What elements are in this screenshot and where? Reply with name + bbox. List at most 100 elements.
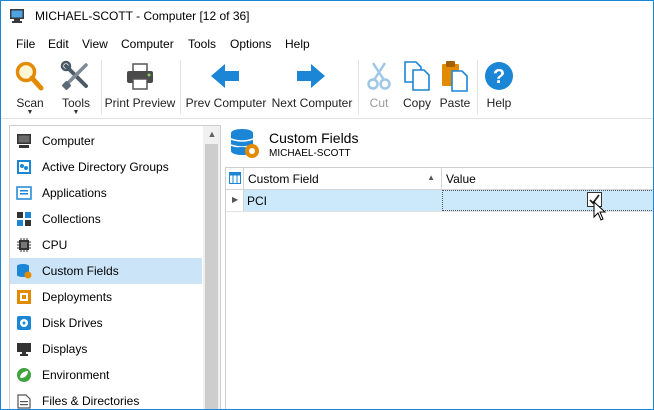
deployments-icon — [17, 290, 31, 304]
menu-computer[interactable]: Computer — [121, 37, 174, 51]
tree-item-label: Files & Directories — [42, 394, 140, 408]
tree-item-label: Active Directory Groups — [42, 160, 169, 174]
arrow-right-icon — [297, 64, 325, 88]
toolbar-separator — [358, 60, 359, 114]
cut-button[interactable]: Cut — [363, 56, 395, 118]
cpu-icon — [17, 238, 31, 252]
cut-label: Cut — [369, 96, 389, 110]
column-header-label: Value — [446, 172, 476, 186]
printer-icon — [127, 63, 153, 90]
tools-button[interactable]: Tools ▼ — [55, 56, 97, 118]
next-computer-button[interactable]: Next Computer — [270, 56, 354, 118]
panel-subtitle: MICHAEL-SCOTT — [269, 148, 351, 159]
paste-icon — [442, 61, 468, 92]
tools-label: Tools — [61, 96, 90, 110]
wrench-screwdriver-icon — [60, 60, 88, 91]
sort-ascending-icon: ▲ — [427, 173, 435, 182]
environment-icon — [17, 368, 31, 382]
tree-item-label: Deployments — [42, 290, 113, 304]
tree-item-label: CPU — [42, 238, 68, 252]
tree-item-computer[interactable]: Computer — [10, 128, 202, 154]
column-header-label: Custom Field — [248, 172, 319, 186]
cell-custom-field[interactable]: PCI — [247, 194, 267, 208]
menu-view[interactable]: View — [82, 37, 108, 51]
help-button[interactable]: ? Help — [481, 56, 517, 118]
ad-groups-icon — [17, 160, 31, 174]
toolbar-separator — [101, 60, 102, 114]
column-chooser-icon — [229, 172, 241, 184]
tree-item-label: Custom Fields — [42, 264, 119, 278]
category-tree: Computer Active Directory Groups Applica… — [9, 125, 221, 409]
help-icon: ? — [485, 62, 513, 90]
menu-file[interactable]: File — [16, 37, 35, 51]
copy-button[interactable]: Copy — [399, 56, 435, 118]
next-computer-label: Next Computer — [271, 96, 353, 110]
paste-button[interactable]: Paste — [437, 56, 473, 118]
magnifier-icon — [15, 61, 44, 91]
scissors-icon — [367, 62, 391, 90]
title-bar: MICHAEL-SCOTT - Computer [12 of 36] — [1, 1, 653, 31]
grid-corner[interactable] — [226, 168, 244, 190]
cell-value[interactable] — [442, 190, 653, 211]
menu-edit[interactable]: Edit — [48, 37, 69, 51]
tree-item-custom-fields[interactable]: Custom Fields — [10, 258, 202, 284]
disk-drives-icon — [17, 316, 31, 330]
mouse-cursor-icon — [593, 201, 607, 221]
help-label: Help — [486, 96, 512, 110]
prev-computer-button[interactable]: Prev Computer — [184, 56, 268, 118]
print-preview-label: Print Preview — [104, 96, 176, 110]
tree-scrollbar[interactable]: ▲ — [203, 126, 220, 409]
chevron-down-icon: ▼ — [72, 109, 80, 116]
toolbar-separator — [180, 60, 181, 114]
tree-item-label: Computer — [42, 134, 95, 148]
copy-label: Copy — [402, 96, 431, 110]
scan-button[interactable]: Scan ▼ — [9, 56, 51, 118]
menu-help[interactable]: Help — [285, 37, 310, 51]
scrollbar-thumb[interactable] — [205, 144, 218, 409]
computer-app-icon — [10, 9, 24, 23]
table-row[interactable]: ▶ PCI — [226, 190, 653, 212]
tree-item-cpu[interactable]: CPU — [10, 232, 202, 258]
scroll-up-icon[interactable]: ▲ — [207, 130, 217, 139]
menu-options[interactable]: Options — [230, 37, 271, 51]
tree-item-files-directories[interactable]: Files & Directories — [10, 388, 202, 409]
paste-label: Paste — [439, 96, 471, 110]
displays-icon — [17, 343, 31, 356]
tree-item-active-directory-groups[interactable]: Active Directory Groups — [10, 154, 202, 180]
tree-item-applications[interactable]: Applications — [10, 180, 202, 206]
copy-icon — [404, 61, 430, 91]
tree-item-displays[interactable]: Displays — [10, 336, 202, 362]
toolbar: Scan ▼ Tools ▼ Print Preview Prev Comput… — [1, 56, 653, 119]
app-window: MICHAEL-SCOTT - Computer [12 of 36] File… — [0, 0, 654, 410]
menu-bar: File Edit View Computer Tools Options He… — [1, 33, 653, 55]
collections-icon — [17, 212, 31, 226]
content-panel: Custom Fields MICHAEL-SCOTT Custom Field… — [225, 125, 653, 409]
panel-title: Custom Fields — [269, 130, 359, 146]
applications-icon — [16, 186, 32, 200]
tree-item-collections[interactable]: Collections — [10, 206, 202, 232]
tree-item-environment[interactable]: Environment — [10, 362, 202, 388]
column-header-custom-field[interactable]: Custom Field ▲ — [244, 168, 442, 190]
row-pointer-icon: ▶ — [232, 195, 239, 204]
tree-item-label: Applications — [42, 186, 107, 200]
tree-item-label: Disk Drives — [42, 316, 103, 330]
tree-item-label: Collections — [42, 212, 101, 226]
custom-fields-icon — [17, 264, 32, 279]
menu-tools[interactable]: Tools — [188, 37, 216, 51]
scan-label: Scan — [16, 96, 44, 110]
prev-computer-label: Prev Computer — [185, 96, 267, 110]
window-title: MICHAEL-SCOTT - Computer [12 of 36] — [35, 9, 250, 23]
chevron-down-icon: ▼ — [26, 109, 34, 116]
tree-item-deployments[interactable]: Deployments — [10, 284, 202, 310]
custom-fields-icon — [230, 129, 259, 158]
row-indicator: ▶ — [226, 190, 244, 211]
tree-item-label: Displays — [42, 342, 88, 356]
tree-item-disk-drives[interactable]: Disk Drives — [10, 310, 202, 336]
files-directories-icon — [17, 394, 31, 409]
print-preview-button[interactable]: Print Preview — [104, 56, 176, 118]
svg-text:?: ? — [493, 66, 505, 88]
custom-fields-grid: Custom Field ▲ Value ▶ PCI — [225, 167, 653, 409]
computer-icon — [17, 134, 31, 148]
tree-item-label: Environment — [42, 368, 110, 382]
column-header-value[interactable]: Value — [442, 168, 653, 190]
